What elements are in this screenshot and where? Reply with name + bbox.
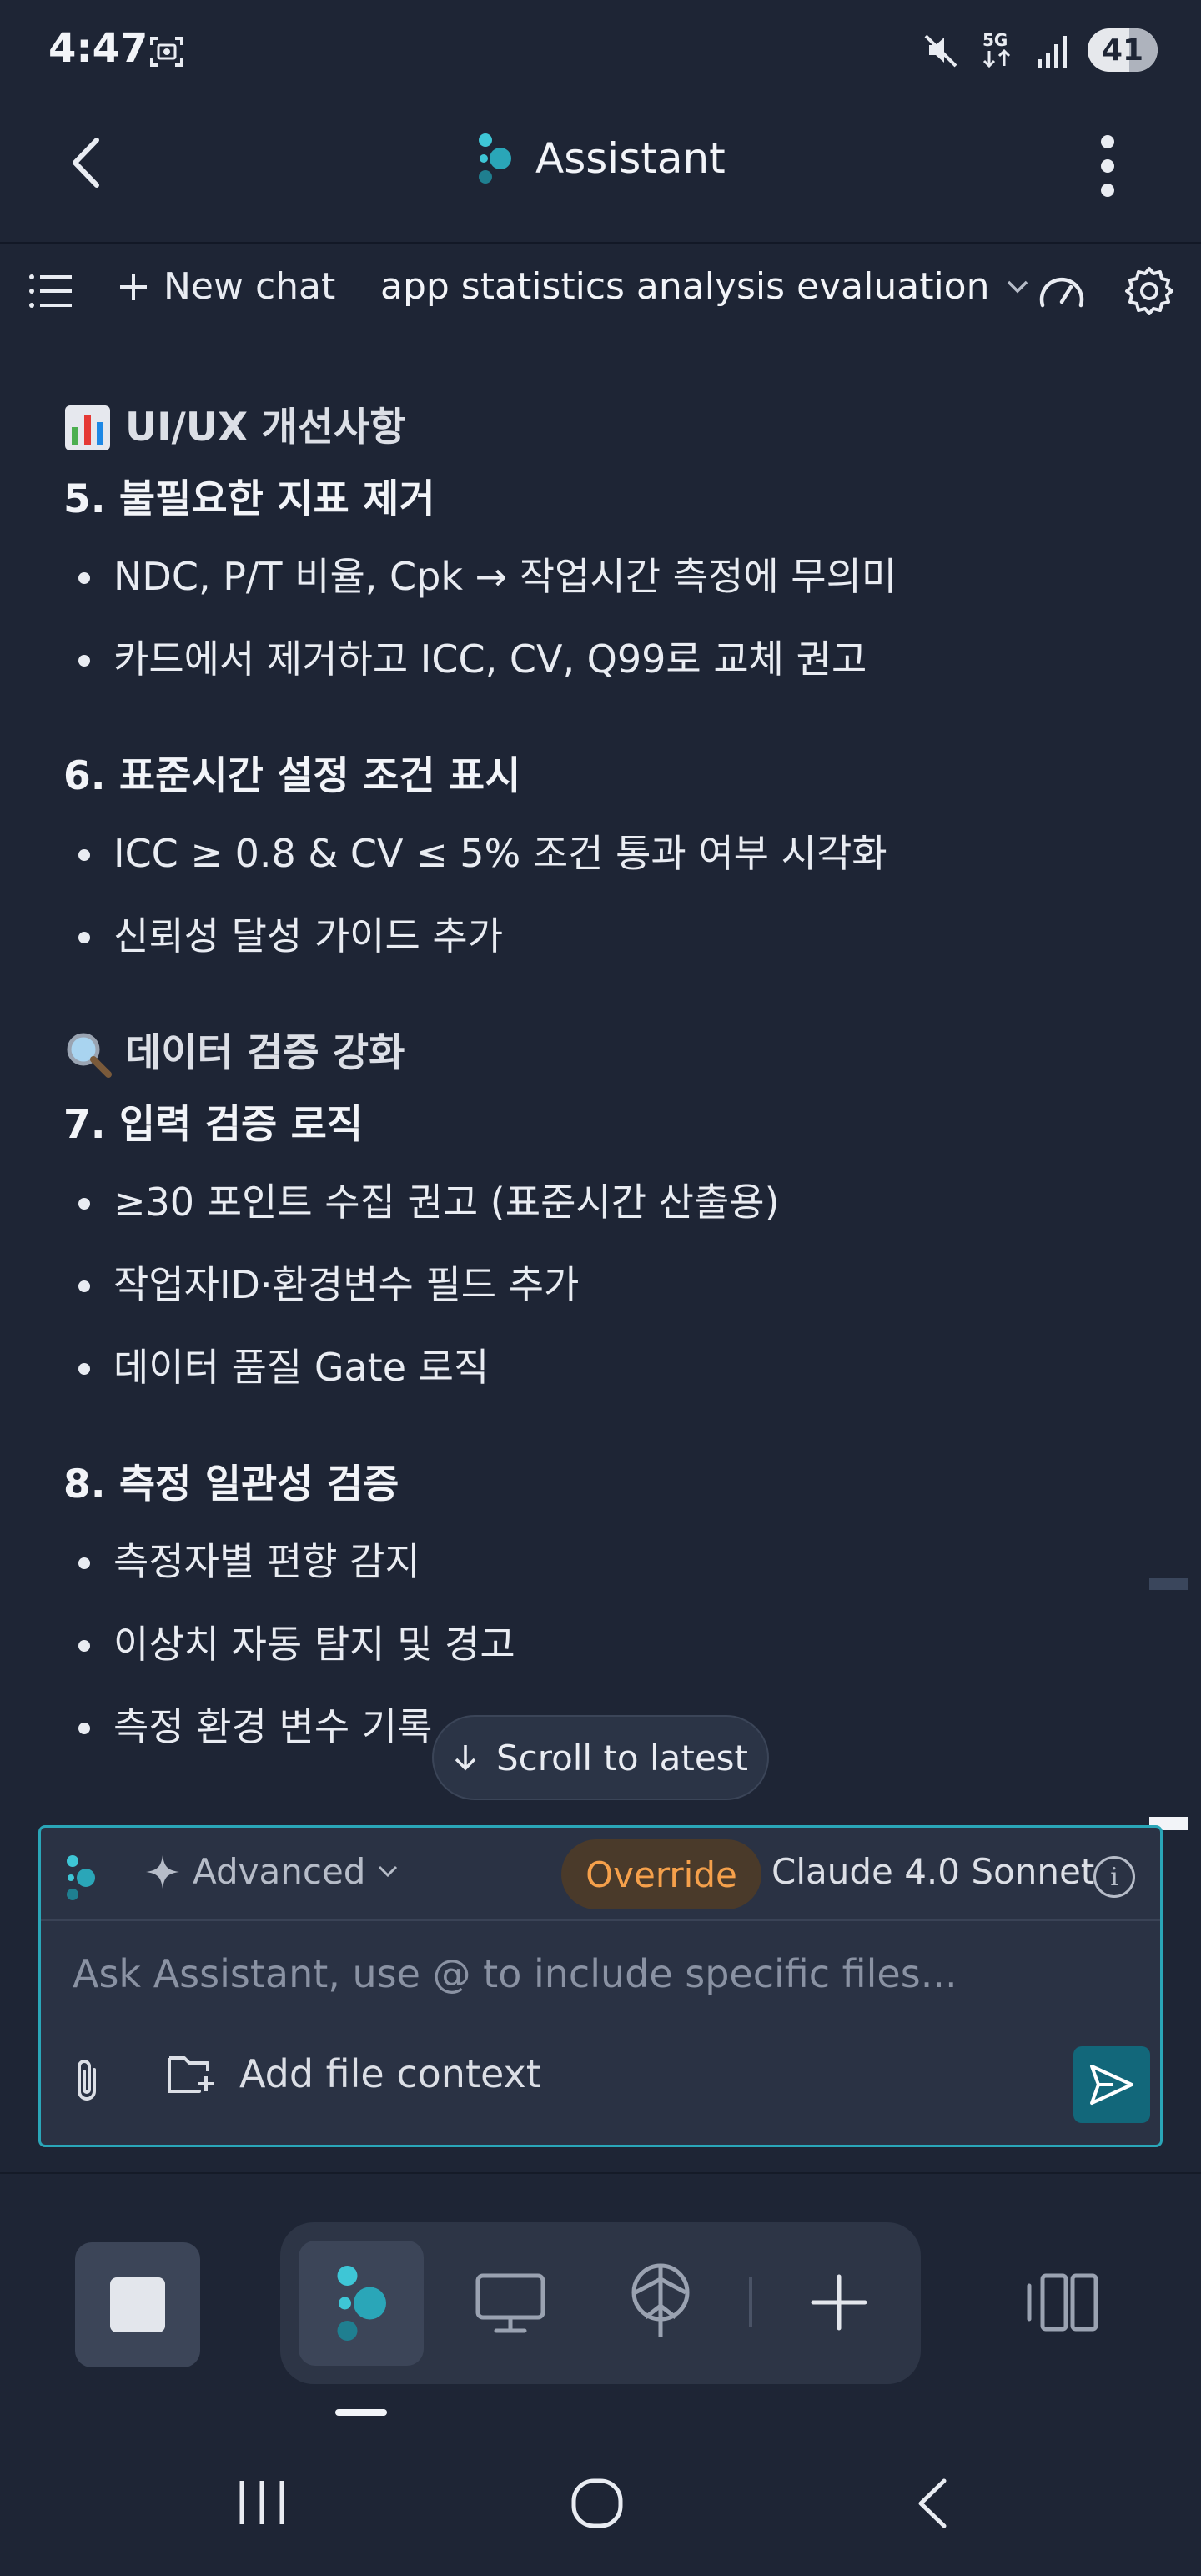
list-item: 측정자별 편향 감지	[63, 1521, 1148, 1603]
assistant-logo-icon	[479, 133, 511, 184]
send-button[interactable]	[1073, 2046, 1150, 2123]
stop-icon	[110, 2277, 165, 2332]
paperclip-icon[interactable]	[69, 2056, 106, 2106]
scroll-to-latest-button[interactable]: Scroll to latest	[432, 1715, 769, 1800]
gear-icon[interactable]	[1124, 265, 1174, 315]
info-icon[interactable]: i	[1093, 1856, 1135, 1898]
assistant-logo-icon	[67, 1855, 95, 1900]
new-chat-button[interactable]: New chat	[118, 265, 335, 308]
item-title-7: 7. 입력 검증 로직	[63, 1102, 364, 1148]
sparkle-icon	[146, 1854, 179, 1889]
scroll-to-latest-label: Scroll to latest	[495, 1737, 749, 1779]
arrow-down-icon	[455, 1745, 476, 1771]
override-badge[interactable]: Override	[561, 1839, 761, 1909]
list-item: 작업자ID·환경변수 필드 추가	[63, 1244, 1148, 1326]
signal-icon	[1038, 36, 1067, 68]
section-heading-text: UI/UX 개선사항	[125, 405, 406, 450]
chat-message: UI/UX 개선사항 5. 불필요한 지표 제거 NDC, P/T 비율, Cp…	[63, 392, 1148, 1768]
item-title-5: 5. 불필요한 지표 제거	[63, 476, 435, 522]
chat-title-dropdown[interactable]: app statistics analysis evaluation	[380, 265, 1030, 308]
mode-label: Advanced	[193, 1851, 366, 1892]
dock-divider	[0, 2172, 1201, 2174]
item-title-8: 8. 측정 일관성 검증	[63, 1462, 399, 1507]
list-item: 이상치 자동 탐지 및 경고	[63, 1603, 1148, 1686]
send-icon	[1090, 2065, 1133, 2105]
item-title-6: 6. 표준시간 설정 조건 표시	[63, 753, 521, 799]
dock-separator	[749, 2277, 752, 2327]
svg-text:5G: 5G	[982, 30, 1008, 50]
app-title-wrap: Assistant	[475, 132, 726, 185]
list-item: 카드에서 제거하고 ICC, CV, Q99로 교체 권고	[63, 618, 1148, 701]
stop-button[interactable]	[75, 2242, 200, 2367]
mode-selector[interactable]: Advanced	[144, 1851, 399, 1892]
chat-title: app statistics analysis evaluation	[380, 265, 990, 308]
scroll-marker[interactable]	[1149, 1578, 1188, 1590]
message-composer: Advanced Override Claude 4.0 Sonnet i As…	[38, 1825, 1163, 2147]
active-indicator	[335, 2409, 387, 2416]
5g-icon: 5G	[982, 30, 1011, 68]
network-icon[interactable]	[619, 2259, 702, 2342]
list-icon[interactable]	[28, 274, 72, 309]
chevron-down-icon	[1007, 280, 1028, 293]
add-icon[interactable]	[797, 2261, 881, 2344]
model-selector[interactable]: Claude 4.0 Sonnet	[771, 1851, 1094, 1892]
section-heading-uiux: UI/UX 개선사항	[63, 392, 1148, 464]
list-item: 신뢰성 달성 가이드 추가	[63, 895, 1148, 978]
home-icon[interactable]	[570, 2478, 624, 2529]
list-item: ICC ≥ 0.8 & CV ≤ 5% 조건 통과 여부 시각화	[63, 813, 1148, 895]
list-item: NDC, P/T 비율, Cpk → 작업시간 측정에 무의미	[63, 536, 1148, 618]
header-divider	[0, 242, 1201, 244]
assistant-logo-icon	[337, 2266, 386, 2341]
bar-chart-icon	[65, 405, 110, 450]
add-file-context-button[interactable]: Add file context	[166, 2051, 541, 2096]
more-options-icon[interactable]	[1091, 135, 1124, 197]
folder-plus-icon	[168, 2056, 214, 2093]
screenshot-icon	[150, 37, 183, 67]
add-file-label: Add file context	[239, 2051, 541, 2096]
battery-level: 41	[1101, 33, 1144, 68]
list-item: 데이터 품질 Gate 로직	[63, 1326, 1148, 1409]
recent-apps-icon[interactable]	[237, 2478, 287, 2528]
status-icons: 5G 41	[922, 28, 1158, 72]
magnifier-icon	[67, 1033, 112, 1078]
split-view-icon[interactable]	[1021, 2261, 1104, 2344]
back-arrow-icon[interactable]	[67, 133, 108, 192]
gauge-icon[interactable]	[1038, 269, 1086, 310]
desktop-icon[interactable]	[469, 2262, 552, 2346]
message-input[interactable]: Ask Assistant, use @ to include specific…	[73, 1951, 957, 1996]
plus-icon	[120, 273, 147, 300]
status-time: 4:47	[48, 25, 148, 72]
page-title: Assistant	[535, 134, 726, 183]
back-icon[interactable]	[914, 2476, 951, 2531]
section-heading-text: 데이터 검증 강화	[125, 1030, 405, 1076]
battery-icon: 41	[1088, 28, 1158, 72]
new-chat-label: New chat	[163, 265, 336, 308]
chevron-down-icon	[379, 1865, 398, 1877]
section-heading-data: 데이터 검증 강화	[63, 1018, 1148, 1089]
mute-icon	[924, 34, 957, 68]
list-item: ≥30 포인트 수집 권고 (표준시간 산출용)	[63, 1161, 1148, 1244]
dock-assistant-button[interactable]	[299, 2241, 424, 2366]
